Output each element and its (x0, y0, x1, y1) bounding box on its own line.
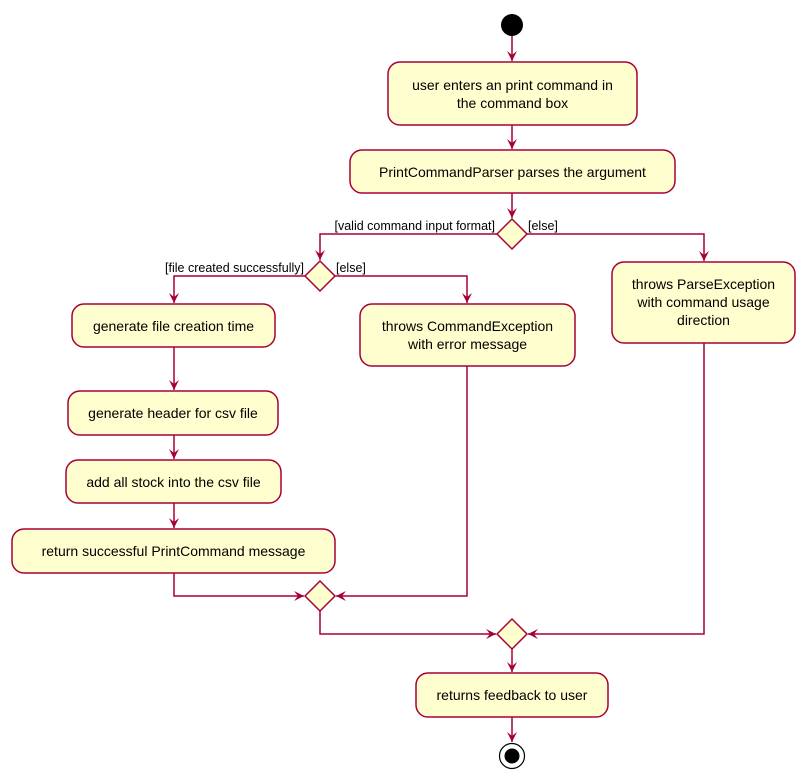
decision-valid-format (495, 217, 529, 251)
activity-label: direction (677, 312, 730, 328)
activity-label: with error message (407, 336, 527, 352)
activity-enter-command: user enters an print command in the comm… (387, 61, 638, 126)
activity-parse-exception: throws ParseException with command usage… (611, 261, 796, 344)
edge-else1 (527, 233, 709, 261)
activity-label: return successful PrintCommand message (42, 543, 306, 559)
activity-label: the command box (457, 95, 568, 111)
decision-file-created (303, 259, 337, 293)
activity-label: throws ParseException (632, 276, 775, 292)
activity-label: with command usage (636, 294, 770, 310)
activity-label: user enters an print command in (412, 77, 613, 93)
edges (169, 36, 709, 742)
merge-node (495, 617, 529, 651)
edge-else2 (335, 275, 472, 303)
edge (319, 611, 496, 639)
activity-label: add all stock into the csv file (86, 474, 261, 490)
edge (528, 343, 705, 639)
activity-label: PrintCommandParser parses the argument (379, 164, 646, 180)
guard-label: [file created successfully] (165, 261, 304, 275)
edge-valid (315, 233, 497, 260)
activity-return-success: return successful PrintCommand message (11, 528, 336, 574)
activity-label: throws CommandException (382, 318, 553, 334)
activity-label: generate header for csv file (88, 405, 258, 421)
activity-feedback: returns feedback to user (415, 672, 609, 718)
activity-add-stock: add all stock into the csv file (65, 459, 282, 504)
activity-parse: PrintCommandParser parses the argument (349, 149, 676, 194)
merge-node (303, 579, 337, 613)
guard-label: [valid command input format] (335, 219, 496, 233)
guard-label: [else] (336, 261, 366, 275)
edge (336, 366, 468, 601)
start-node (501, 14, 523, 36)
activity-header: generate header for csv file (67, 390, 279, 436)
end-node (498, 742, 526, 770)
activity-file-time: generate file creation time (71, 303, 276, 348)
activity-command-exception: throws CommandException with error messa… (359, 303, 576, 367)
activity-diagram: user enters an print command in the comm… (11, 14, 796, 770)
guard-label: [else] (528, 219, 558, 233)
edge (173, 573, 304, 601)
activity-label: generate file creation time (93, 318, 254, 334)
activity-label: returns feedback to user (437, 687, 588, 703)
edge-file-ok (169, 275, 305, 303)
